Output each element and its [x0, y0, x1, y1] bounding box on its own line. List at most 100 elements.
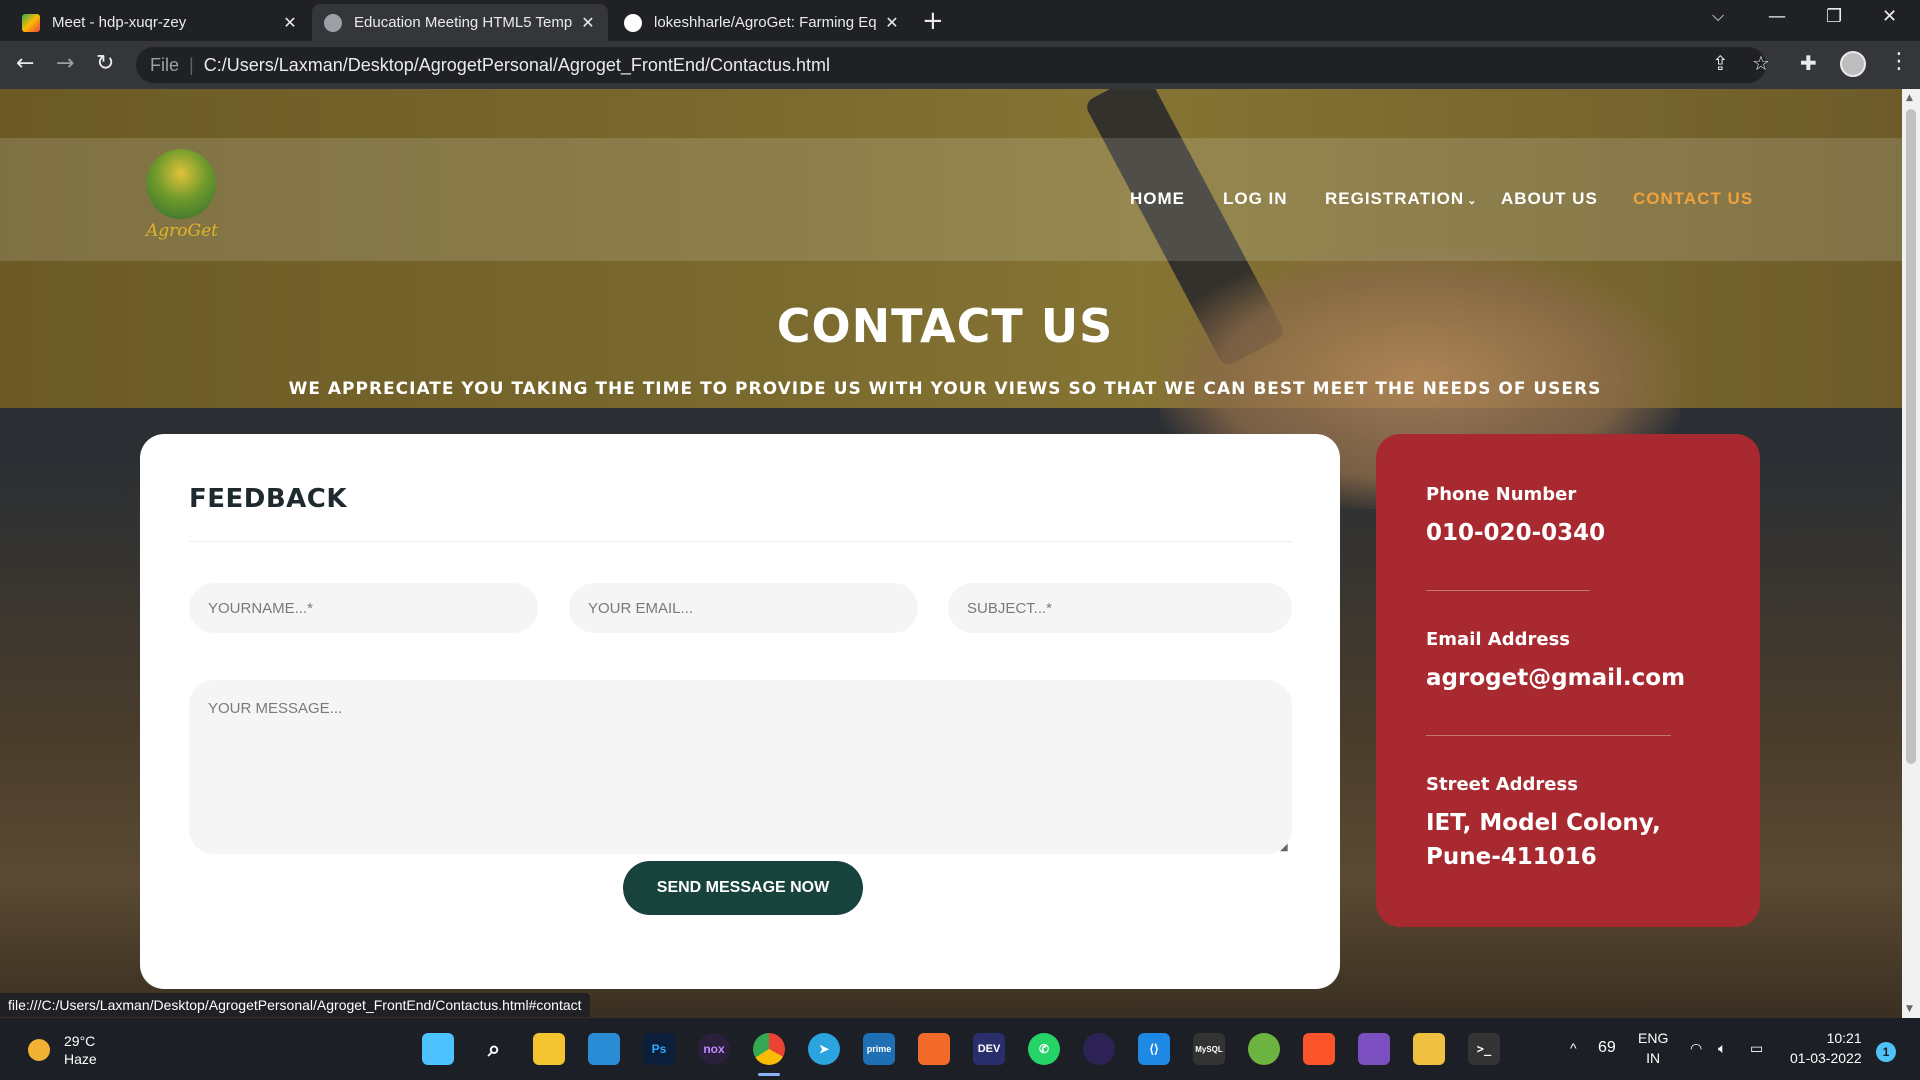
resize-grip-icon[interactable]: ◢: [1280, 842, 1288, 853]
share-icon[interactable]: ⇪: [1712, 51, 1729, 75]
search-icon[interactable]: ⌕: [478, 1033, 510, 1065]
email-input[interactable]: [569, 583, 918, 633]
back-icon[interactable]: ←: [16, 51, 34, 76]
tab-education-meeting[interactable]: Education Meeting HTML5 Templ ✕: [312, 4, 608, 41]
browser-toolbar: ← → ↻ i File | C:/Users/Laxman/Desktop/A…: [0, 41, 1920, 410]
logo-emblem-icon: [146, 149, 216, 219]
send-message-button[interactable]: SEND MESSAGE NOW: [623, 861, 863, 915]
email-value[interactable]: agroget@gmail.com: [1426, 661, 1685, 695]
url-text[interactable]: C:/Users/Laxman/Desktop/AgrogetPersonal/…: [204, 55, 830, 76]
new-tab-button[interactable]: +: [922, 6, 944, 36]
logo-text: AgroGet: [146, 221, 218, 241]
agroget-logo[interactable]: AgroGet: [142, 149, 222, 249]
close-window-button[interactable]: ✕: [1882, 6, 1897, 27]
eclipse-icon[interactable]: [1083, 1033, 1115, 1065]
scroll-up-icon[interactable]: ▲: [1906, 93, 1913, 103]
nav-contact-us[interactable]: CONTACT US: [1633, 189, 1753, 209]
tab-title: Meet - hdp-xuqr-zey: [52, 14, 187, 31]
active-app-indicator: [758, 1073, 780, 1076]
restore-button[interactable]: ❐: [1826, 6, 1842, 27]
github-icon: [624, 13, 642, 32]
close-tab-icon[interactable]: ✕: [580, 13, 596, 33]
feedback-heading: FEEDBACK: [189, 484, 348, 514]
dev-cpp-icon[interactable]: DEV: [973, 1033, 1005, 1065]
globe-icon: [324, 13, 342, 32]
menu-kebab-icon[interactable]: ⋮: [1888, 49, 1910, 74]
scrollbar-thumb[interactable]: [1906, 109, 1916, 764]
google-meet-icon: [22, 13, 40, 32]
chevron-up-icon[interactable]: ^: [1570, 1038, 1577, 1058]
battery-icon[interactable]: ▭: [1750, 1038, 1763, 1058]
email-label: Email Address: [1426, 629, 1571, 650]
feedback-card: FEEDBACK ◢ SEND MESSAGE NOW: [140, 434, 1340, 989]
street-label: Street Address: [1426, 774, 1578, 795]
sticky-notes-icon[interactable]: [533, 1033, 565, 1065]
whatsapp-icon[interactable]: ✆: [1028, 1033, 1060, 1065]
nox-icon[interactable]: nox: [698, 1033, 730, 1065]
street-line-2: Pune-411016: [1426, 844, 1597, 870]
nav-login[interactable]: LOG IN: [1223, 189, 1288, 209]
tab-search-icon[interactable]: ⌵: [1712, 6, 1724, 26]
spring-tools-icon[interactable]: [1248, 1033, 1280, 1065]
visual-studio-icon[interactable]: [1358, 1033, 1390, 1065]
weather-desc: Haze: [64, 1051, 97, 1067]
clock[interactable]: 10:21 01-03-2022: [1790, 1028, 1862, 1068]
contact-info-card: Phone Number 010-020-0340 Email Address …: [1376, 434, 1760, 927]
region-code: IN: [1646, 1050, 1661, 1066]
remote-desktop-icon[interactable]: [588, 1033, 620, 1065]
page-scrollbar[interactable]: ▲ ▼: [1902, 89, 1920, 1018]
profile-avatar[interactable]: [1840, 51, 1866, 77]
page-subtitle: WE APPRECIATE YOU TAKING THE TIME TO PRO…: [288, 379, 1602, 399]
browser-tab-bar: Meet - hdp-xuqr-zey ✕ Education Meeting …: [0, 0, 1920, 41]
close-tab-icon[interactable]: ✕: [282, 13, 298, 33]
nav-about-us[interactable]: ABOUT US: [1501, 189, 1598, 209]
brave-icon[interactable]: [1303, 1033, 1335, 1065]
orange-app-icon[interactable]: [918, 1033, 950, 1065]
tab-title: Education Meeting HTML5 Templ: [354, 14, 572, 31]
file-explorer-icon[interactable]: [1413, 1033, 1445, 1065]
scroll-down-icon[interactable]: ▼: [1906, 1004, 1913, 1014]
phone-label: Phone Number: [1426, 484, 1577, 505]
chrome-icon[interactable]: [753, 1033, 785, 1065]
tab-github[interactable]: lokeshharle/AgroGet: Farming Eq ✕: [612, 4, 912, 41]
forward-icon[interactable]: →: [56, 51, 74, 76]
subject-input[interactable]: [948, 583, 1292, 633]
divider: [189, 541, 1292, 542]
photoshop-icon[interactable]: Ps: [643, 1033, 675, 1065]
notification-badge[interactable]: 1: [1876, 1042, 1896, 1062]
divider: [1426, 735, 1671, 736]
extensions-icon[interactable]: ✚: [1800, 51, 1817, 75]
divider: [1426, 590, 1590, 591]
separator: |: [189, 54, 194, 75]
windows-start-icon[interactable]: [422, 1033, 454, 1065]
tab-title: lokeshharle/AgroGet: Farming Eq: [654, 14, 876, 31]
phone-value[interactable]: 010-020-0340: [1426, 516, 1605, 550]
name-input[interactable]: [189, 583, 538, 633]
language-indicator[interactable]: ENG IN: [1638, 1028, 1668, 1068]
site-header: [0, 138, 1902, 261]
windows-taskbar: 29°C Haze ⌕ Ps nox ➤ prime DEV ✆ ⟨⟩ MySQ…: [0, 1018, 1920, 1080]
tray-count: 69: [1598, 1039, 1616, 1056]
time: 10:21: [1826, 1030, 1862, 1046]
vscode-icon[interactable]: ⟨⟩: [1138, 1033, 1170, 1065]
scheme-label: File: [150, 54, 180, 75]
nav-home[interactable]: HOME: [1130, 189, 1185, 209]
message-textarea[interactable]: [189, 680, 1292, 854]
terminal-icon[interactable]: >_: [1468, 1033, 1500, 1065]
prime-video-icon[interactable]: prime: [863, 1033, 895, 1065]
telegram-icon[interactable]: ➤: [808, 1033, 840, 1065]
weather-widget[interactable]: 29°C Haze: [28, 1032, 97, 1068]
nav-registration-label: REGISTRATION: [1325, 189, 1465, 208]
weather-temp: 29°C: [64, 1033, 96, 1049]
reload-icon[interactable]: ↻: [96, 51, 114, 76]
bookmark-star-icon[interactable]: ☆: [1752, 51, 1770, 75]
date: 01-03-2022: [1790, 1050, 1862, 1066]
nav-registration[interactable]: REGISTRATION ⌄: [1325, 189, 1477, 209]
address-bar[interactable]: i File | C:/Users/Laxman/Desktop/Agroget…: [136, 47, 1766, 410]
minimize-button[interactable]: —: [1768, 6, 1786, 27]
mysql-workbench-icon[interactable]: MySQL: [1193, 1033, 1225, 1065]
volume-icon[interactable]: 🔈︎: [1718, 1038, 1726, 1058]
close-tab-icon[interactable]: ✕: [884, 13, 900, 33]
tab-meet[interactable]: Meet - hdp-xuqr-zey ✕: [10, 4, 310, 41]
wifi-icon[interactable]: ◠: [1690, 1038, 1702, 1058]
